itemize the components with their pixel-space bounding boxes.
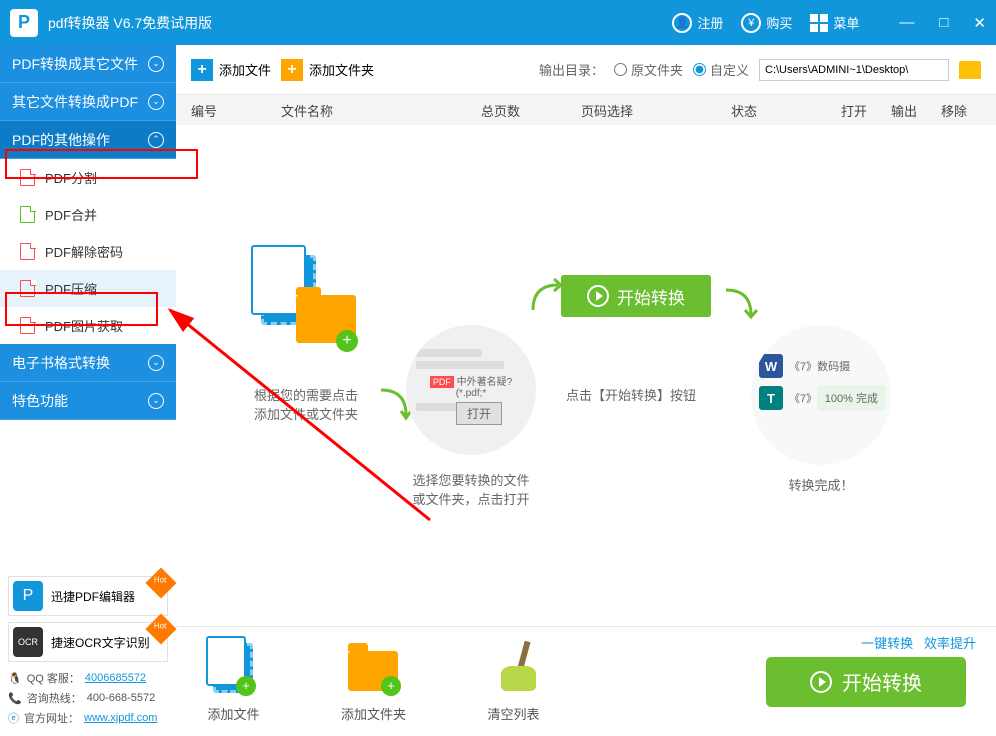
minimize-button[interactable]: — (899, 14, 914, 32)
output-dir-label: 输出目录： (539, 60, 604, 79)
chevron-down-icon: ⌄ (148, 393, 164, 409)
bottom-add-folder-button[interactable]: + 添加文件夹 (341, 641, 406, 723)
app-logo-icon: P (10, 9, 38, 37)
hot-badge-icon (145, 613, 176, 644)
pdf-icon (20, 206, 35, 223)
bottom-add-file-button[interactable]: + 添加文件 (206, 641, 261, 723)
sidebar-cat-other-to-pdf[interactable]: 其它文件转换成PDF ⌄ (0, 83, 176, 121)
buy-button[interactable]: ¥ 购买 (741, 13, 792, 33)
plus-icon: + (281, 59, 303, 81)
radio-original-folder[interactable]: 原文件夹 (614, 60, 683, 79)
promo-text: 一键转换 效率提升 (861, 633, 976, 652)
maximize-button[interactable]: □ (939, 14, 948, 32)
chevron-down-icon: ⌄ (148, 56, 164, 72)
step-4: W 《7》数码摄 T 《7》 100% 完成 转换完成！ (751, 325, 891, 494)
plus-icon: + (336, 330, 358, 352)
arrow-icon (721, 280, 761, 320)
step-1: + 根据您的需要点击 添加文件或文件夹 (236, 235, 376, 423)
table-header: 编号 文件名称 总页数 页码选择 状态 打开 输出 移除 (176, 95, 996, 125)
empty-state: + 根据您的需要点击 添加文件或文件夹 PDF 中外著名疑?(*.pdf;* 打… (176, 125, 996, 626)
user-icon: 👤 (672, 13, 692, 33)
step-2: PDF 中外著名疑?(*.pdf;* 打开 选择您要转换的文件 或文件夹，点击打… (401, 320, 541, 508)
sidebar: PDF转换成其它文件 ⌄ 其它文件转换成PDF ⌄ PDF的其他操作 ⌃ PDF… (0, 45, 176, 736)
toolbar: + 添加文件 + 添加文件夹 输出目录： 原文件夹 自定义 (176, 45, 996, 95)
broom-icon (486, 641, 541, 696)
step-3: 开始转换 点击【开始转换】按钮 (561, 245, 701, 404)
phone-icon: 📞 (8, 692, 22, 705)
pdf-icon (20, 280, 35, 297)
sidebar-item-pdf-compress[interactable]: PDF压缩 (0, 270, 176, 307)
pdf-icon (20, 169, 35, 186)
sidebar-cat-ebook[interactable]: 电子书格式转换 ⌄ (0, 344, 176, 382)
chevron-down-icon: ⌄ (148, 355, 164, 371)
chevron-down-icon: ⌄ (148, 94, 164, 110)
play-icon (810, 671, 832, 693)
close-button[interactable]: ✕ (973, 14, 986, 32)
grid-icon (810, 14, 828, 32)
sidebar-item-pdf-extract-img[interactable]: PDF图片获取 (0, 307, 176, 344)
bottom-clear-button[interactable]: 清空列表 (486, 641, 541, 723)
app-title: pdf转换器 V6.7免费试用版 (48, 13, 672, 33)
qq-icon: 🐧 (8, 672, 22, 685)
sidebar-cat-pdf-to-other[interactable]: PDF转换成其它文件 ⌄ (0, 45, 176, 83)
site-link[interactable]: www.xjpdf.com (84, 712, 157, 724)
chevron-up-icon: ⌃ (148, 132, 164, 148)
sidebar-cat-pdf-other-ops[interactable]: PDF的其他操作 ⌃ (0, 121, 176, 159)
titlebar: P pdf转换器 V6.7免费试用版 👤 注册 ¥ 购买 菜单 — □ ✕ (0, 0, 996, 45)
bottom-bar: 一键转换 效率提升 + 添加文件 + 添加文件夹 (176, 626, 996, 736)
output-path-input[interactable] (759, 59, 949, 81)
play-icon (587, 285, 609, 307)
promo-ocr[interactable]: OCR 捷速OCR文字识别 (8, 622, 168, 662)
pdf-editor-icon: P (13, 581, 43, 611)
add-folder-button[interactable]: + 添加文件夹 (281, 59, 374, 81)
yen-icon: ¥ (741, 13, 761, 33)
menu-button[interactable]: 菜单 (810, 13, 859, 32)
word-icon: W (759, 354, 783, 378)
sidebar-item-pdf-merge[interactable]: PDF合并 (0, 196, 176, 233)
radio-custom-folder[interactable]: 自定义 (693, 60, 749, 79)
hot-badge-icon (145, 567, 176, 598)
sidebar-cat-special[interactable]: 特色功能 ⌄ (0, 382, 176, 420)
add-file-button[interactable]: + 添加文件 (191, 59, 271, 81)
pdf-icon (20, 243, 35, 260)
contact-site: ⓔ 官方网址： www.xjpdf.com (8, 708, 168, 728)
contact-tel: 📞 咨询热线： 400-668-5572 (8, 688, 168, 708)
sidebar-item-pdf-split[interactable]: PDF分割 (0, 159, 176, 196)
promo-pdf-editor[interactable]: P 迅捷PDF编辑器 (8, 576, 168, 616)
globe-icon: ⓔ (8, 710, 19, 726)
ocr-icon: OCR (13, 627, 43, 657)
txt-icon: T (759, 386, 783, 410)
browse-folder-button[interactable] (959, 61, 981, 79)
sidebar-item-pdf-unlock[interactable]: PDF解除密码 (0, 233, 176, 270)
pdf-icon (20, 317, 35, 334)
plus-icon: + (191, 59, 213, 81)
qq-link[interactable]: 4006685572 (85, 672, 146, 684)
open-button: 打开 (456, 402, 502, 425)
contact-qq: 🐧 QQ 客服： 4006685572 (8, 668, 168, 688)
start-convert-button[interactable]: 开始转换 (766, 657, 966, 707)
start-convert-button-demo: 开始转换 (561, 275, 711, 317)
register-button[interactable]: 👤 注册 (672, 13, 723, 33)
